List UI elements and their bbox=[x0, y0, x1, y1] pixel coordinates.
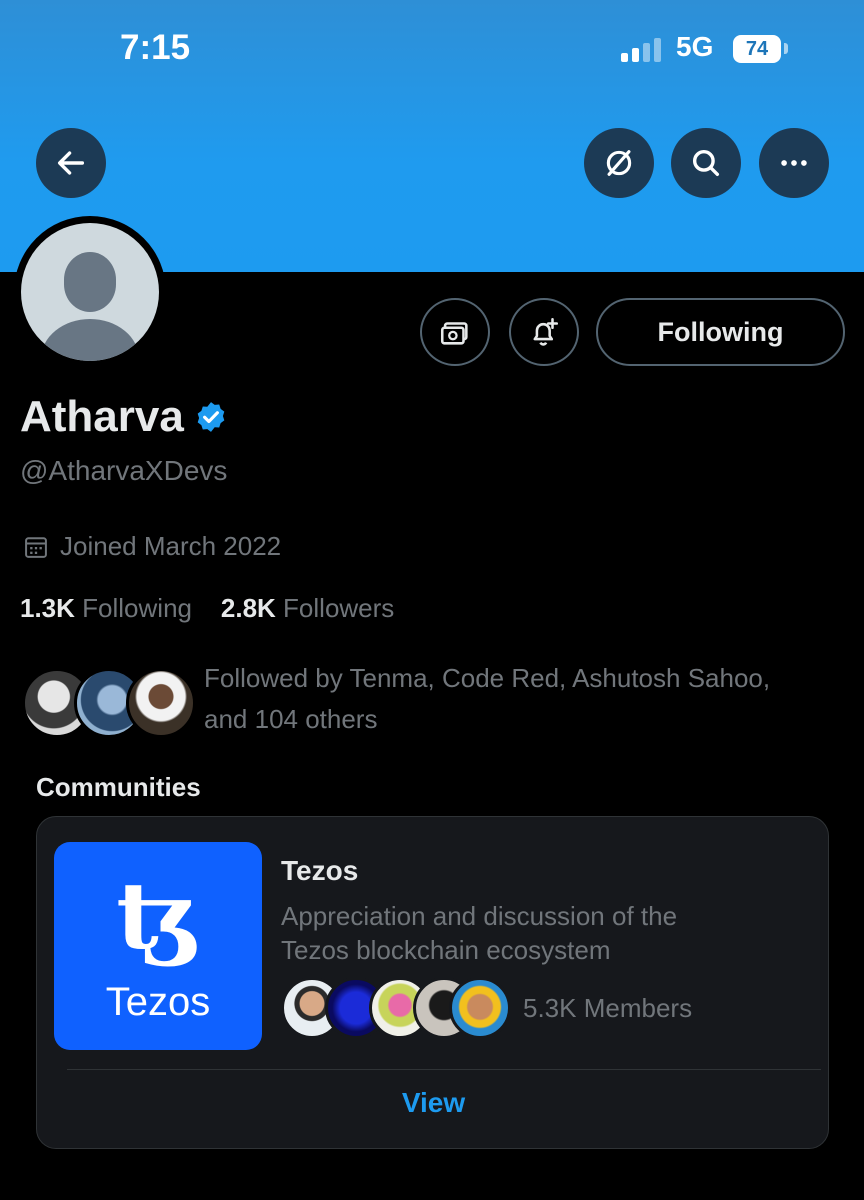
calendar-icon bbox=[25, 536, 47, 558]
bell-plus-icon bbox=[533, 317, 559, 346]
verified-badge-icon[interactable] bbox=[194, 400, 228, 434]
following-link[interactable]: 1.3K Following bbox=[20, 593, 192, 623]
followed-by-line: Followed by Tenma, Code Red, Ashutosh Sa… bbox=[204, 663, 771, 693]
status-time: 7:15 bbox=[120, 28, 191, 67]
network-type: 5G bbox=[676, 31, 714, 62]
follow-counts: 1.3K Following 2.8K Followers bbox=[20, 593, 394, 624]
member-avatars bbox=[281, 977, 511, 1041]
slash-circle-icon bbox=[606, 150, 632, 176]
community-name: Tezos bbox=[281, 855, 359, 886]
more-button[interactable] bbox=[759, 128, 829, 198]
followers-link[interactable]: 2.8K Followers bbox=[221, 593, 394, 623]
followers-label: Followers bbox=[283, 593, 395, 623]
default-avatar-icon bbox=[21, 223, 159, 361]
search-icon bbox=[692, 149, 720, 177]
description-line: Appreciation and discussion of the bbox=[281, 901, 678, 931]
community-card[interactable]: ꜩ Tezos Tezos Appreciation and discussio… bbox=[36, 816, 829, 1149]
subscribe-button[interactable] bbox=[420, 298, 490, 366]
profile-name-row: Atharva bbox=[20, 392, 228, 442]
view-community-button[interactable]: View bbox=[37, 1087, 830, 1119]
money-icon bbox=[440, 322, 468, 345]
followed-by-avatars[interactable] bbox=[22, 668, 196, 738]
following-count: 1.3K bbox=[20, 593, 75, 623]
avatar[interactable] bbox=[14, 216, 166, 368]
member-count: 5.3K Members bbox=[523, 993, 693, 1023]
divider bbox=[67, 1069, 821, 1070]
arrow-left-icon bbox=[57, 151, 85, 175]
back-button[interactable] bbox=[36, 128, 106, 198]
avatar bbox=[126, 668, 196, 738]
search-button[interactable] bbox=[671, 128, 741, 198]
followers-count: 2.8K bbox=[220, 593, 276, 623]
description-line: Tezos blockchain ecosystem bbox=[281, 935, 611, 965]
followed-by-line: and 104 others bbox=[204, 704, 378, 734]
joined-date-row: Joined March 2022 bbox=[22, 531, 281, 562]
following-button[interactable]: Following bbox=[596, 298, 845, 366]
battery-cap bbox=[784, 43, 788, 54]
tezos-mark-icon: ꜩ bbox=[116, 862, 200, 970]
community-description: Appreciation and discussion of the Tezos… bbox=[281, 899, 801, 967]
more-horizontal-icon bbox=[781, 160, 807, 166]
battery-icon: 74 bbox=[733, 35, 781, 63]
following-label: Following bbox=[82, 593, 192, 623]
avatar bbox=[449, 977, 511, 1039]
tezos-logo: ꜩ Tezos bbox=[54, 842, 262, 1050]
profile-handle: @AtharvaXDevs bbox=[20, 455, 228, 486]
profile-name: Atharva bbox=[20, 392, 184, 441]
followed-by-text[interactable]: Followed by Tenma, Code Red, Ashutosh Sa… bbox=[204, 658, 854, 740]
grok-button[interactable] bbox=[584, 128, 654, 198]
logo-text: Tezos bbox=[105, 980, 211, 1024]
notify-button[interactable] bbox=[509, 298, 579, 366]
communities-title: Communities bbox=[36, 772, 201, 802]
signal-icon bbox=[621, 38, 663, 62]
joined-text: Joined March 2022 bbox=[60, 531, 282, 561]
